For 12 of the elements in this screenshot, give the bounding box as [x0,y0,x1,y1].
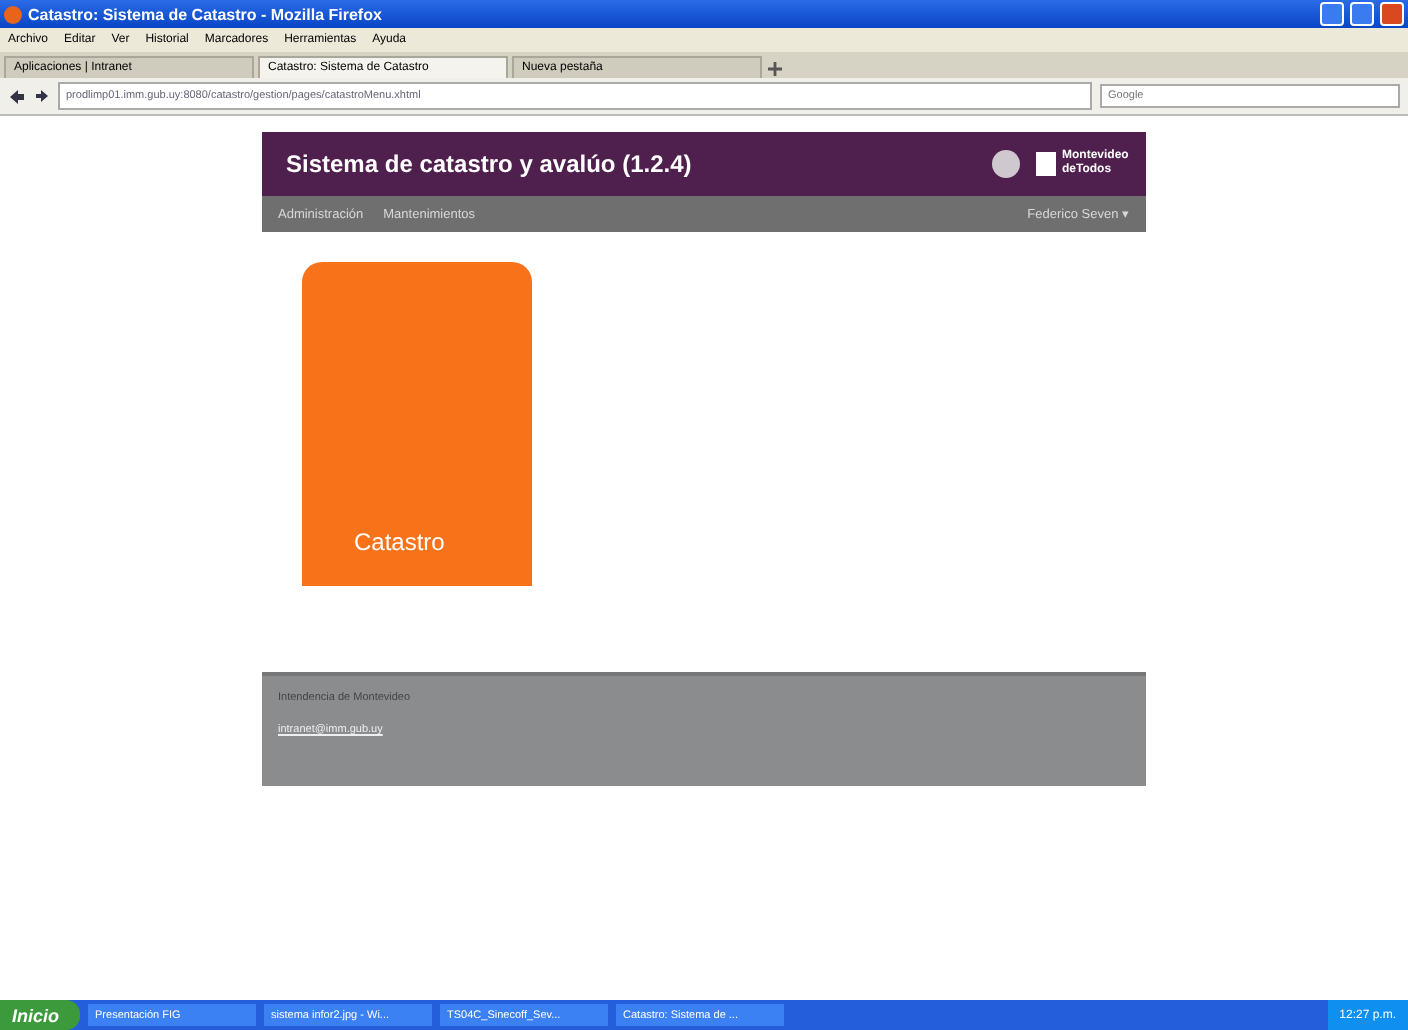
maximize-button[interactable] [1350,2,1374,26]
start-button[interactable]: Inicio [0,1000,80,1030]
firefox-icon [4,5,22,23]
new-tab-button[interactable] [766,60,784,78]
minimize-button[interactable] [1320,2,1344,26]
logo-icon [1036,152,1056,176]
forward-icon[interactable] [34,88,50,104]
close-button[interactable] [1380,2,1404,26]
app-title: Sistema de catastro y avalúo (1.2.4) [286,150,694,178]
seal-icon [992,150,1020,178]
back-icon[interactable] [8,87,26,105]
window-title: Catastro: Sistema de Catastro - Mozilla Firefox [28,5,382,23]
